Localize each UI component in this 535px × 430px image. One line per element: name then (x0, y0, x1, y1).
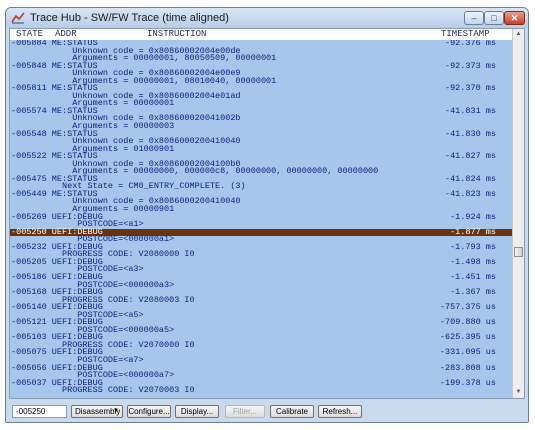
title-bar[interactable]: Trace Hub - SW/FW Trace (time aligned) ‒… (6, 8, 528, 28)
trace-hub-window: Trace Hub - SW/FW Trace (time aligned) ‒… (5, 7, 529, 423)
trace-row-timestamp: -283.808 us (439, 362, 496, 373)
scroll-up-icon[interactable]: ▲ (513, 29, 524, 40)
scroll-down-icon[interactable]: ▼ (513, 387, 524, 398)
column-header: STATE ADDR INSTRUCTION TIMESTAMP (10, 29, 512, 40)
trace-row-timestamp: -41.827 ms (444, 151, 496, 162)
trace-row-timestamp: -41.823 ms (444, 188, 496, 199)
calibrate-button[interactable]: Calibrate (270, 405, 314, 418)
trace-row-timestamp: -1.498 ms (450, 256, 496, 267)
address-field[interactable]: -005250 (12, 405, 67, 418)
minimize-button[interactable]: ‒ (464, 11, 484, 25)
trace-row-timestamp: -92.370 ms (444, 83, 496, 94)
trace-panel: STATE ADDR INSTRUCTION TIMESTAMP -005884… (9, 28, 525, 399)
trace-row-text: PROGRESS CODE: V2070003 I0 (11, 385, 195, 396)
chevron-down-icon: ▼ (113, 408, 119, 414)
window-title: Trace Hub - SW/FW Trace (time aligned) (30, 12, 229, 24)
trace-row-timestamp: -199.378 us (439, 377, 496, 388)
trace-row-timestamp: -331.095 us (439, 347, 496, 358)
trace-row-timestamp: -709.880 us (439, 317, 496, 328)
mode-dropdown[interactable]: Disassembly ▼ (71, 405, 123, 418)
trace-row-timestamp: -1.451 ms (450, 271, 496, 282)
trace-row-timestamp: -625.395 us (439, 332, 496, 343)
header-state[interactable]: STATE (16, 29, 43, 40)
refresh-button[interactable]: Refresh... (318, 405, 362, 418)
trace-row-timestamp: -1.877 ms (450, 226, 496, 237)
trace-row-timestamp: -92.376 ms (444, 40, 496, 48)
filter-button[interactable]: Filter... (225, 405, 265, 418)
trace-row-timestamp: -41.830 ms (444, 128, 496, 139)
trace-row-timestamp: -92.373 ms (444, 60, 496, 71)
configure-button[interactable]: Configure... (127, 405, 171, 418)
bottom-toolbar: -005250 Disassembly ▼ Configure... Displ… (6, 401, 528, 422)
maximize-button[interactable]: □ (484, 11, 504, 25)
scroll-thumb[interactable] (514, 247, 523, 257)
trace-row-timestamp: -1.924 ms (450, 211, 496, 222)
app-icon (11, 12, 25, 24)
trace-row-timestamp: -1.367 ms (450, 287, 496, 298)
display-button[interactable]: Display... (175, 405, 219, 418)
vertical-scrollbar[interactable]: ▲ ▼ (512, 29, 524, 398)
header-addr[interactable]: ADDR (55, 29, 77, 40)
trace-list[interactable]: -005884 ME:STATUS -92.376 ms Unknown code… (10, 40, 512, 398)
header-instruction[interactable]: INSTRUCTION (147, 29, 206, 40)
trace-row-timestamp: -41.824 ms (444, 173, 496, 184)
trace-row-timestamp: -41.831 ms (444, 105, 496, 116)
trace-row-timestamp: -1.793 ms (450, 241, 496, 252)
header-timestamp[interactable]: TIMESTAMP (441, 29, 490, 40)
trace-row[interactable]: PROGRESS CODE: V2070003 I0 (10, 385, 512, 396)
trace-row-timestamp: -757.375 us (439, 302, 496, 313)
close-button[interactable]: ✕ (504, 11, 525, 25)
